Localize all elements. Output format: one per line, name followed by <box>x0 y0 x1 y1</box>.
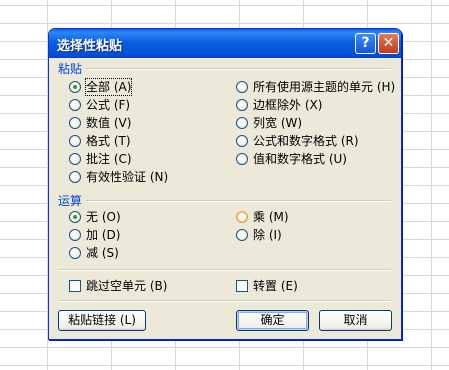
checkbox[interactable] <box>69 280 81 292</box>
option-label: 减 (S) <box>86 246 119 260</box>
option-label: 批注 (C) <box>86 152 132 166</box>
radio-button[interactable] <box>69 171 81 183</box>
radio-button[interactable] <box>236 81 248 93</box>
option-label: 公式和数字格式 (R) <box>253 134 359 148</box>
operation-separator <box>85 200 391 202</box>
option-label: 数值 (V) <box>86 116 132 130</box>
option-label: 有效性验证 (N) <box>86 170 169 184</box>
cancel-button[interactable]: 取消 <box>319 310 392 331</box>
paste-section-label: 粘贴 <box>58 62 83 76</box>
operation-section-label: 运算 <box>58 194 83 208</box>
radio-button[interactable] <box>236 153 248 165</box>
radio-button[interactable] <box>236 229 248 241</box>
radio-button[interactable] <box>236 135 248 147</box>
radio-button[interactable] <box>236 117 248 129</box>
radio-button[interactable] <box>69 117 81 129</box>
paste-link-button[interactable]: 粘贴链接 (L) <box>58 310 146 331</box>
paste-separator <box>85 68 391 70</box>
radio-button[interactable] <box>69 99 81 111</box>
button-separator <box>58 300 391 302</box>
option-label: 值和数字格式 (U) <box>253 152 347 166</box>
option-label: 无 (O) <box>86 210 121 224</box>
option-label: 除 (I) <box>253 228 282 242</box>
ok-button[interactable]: 确定 <box>236 310 309 331</box>
checkbox-separator <box>58 269 391 271</box>
radio-button[interactable] <box>69 81 81 93</box>
dialog-body: 粘贴 全部 (A) 公式 (F) 数值 (V) 格式 (T) 批注 (C) 有效… <box>49 58 401 339</box>
radio-button[interactable] <box>69 247 81 259</box>
radio-button[interactable] <box>236 99 248 111</box>
option-label: 乘 (M) <box>253 210 289 224</box>
radio-button[interactable] <box>69 153 81 165</box>
close-icon[interactable]: ✕ <box>378 33 399 54</box>
paste-special-dialog: 选择性粘贴 ? ✕ 粘贴 全部 (A) 公式 (F) 数值 (V) 格式 (T)… <box>48 28 402 340</box>
option-label: 格式 (T) <box>86 134 131 148</box>
help-icon[interactable]: ? <box>355 33 376 54</box>
radio-button[interactable] <box>69 211 81 223</box>
option-label: 所有使用源主题的单元 (H) <box>253 80 396 94</box>
radio-button[interactable] <box>236 211 248 223</box>
option-label: 列宽 (W) <box>253 116 303 130</box>
radio-button[interactable] <box>69 135 81 147</box>
checkbox-label: 转置 (E) <box>253 279 298 293</box>
option-label: 全部 (A) <box>84 78 133 96</box>
checkbox[interactable] <box>236 280 248 292</box>
option-label: 加 (D) <box>86 228 121 242</box>
checkbox-label: 跳过空单元 (B) <box>86 279 168 293</box>
option-label: 边框除外 (X) <box>253 98 323 112</box>
radio-button[interactable] <box>69 229 81 241</box>
dialog-titlebar[interactable]: 选择性粘贴 ? ✕ <box>49 29 401 58</box>
option-label: 公式 (F) <box>86 98 131 112</box>
dialog-title: 选择性粘贴 <box>57 39 123 54</box>
